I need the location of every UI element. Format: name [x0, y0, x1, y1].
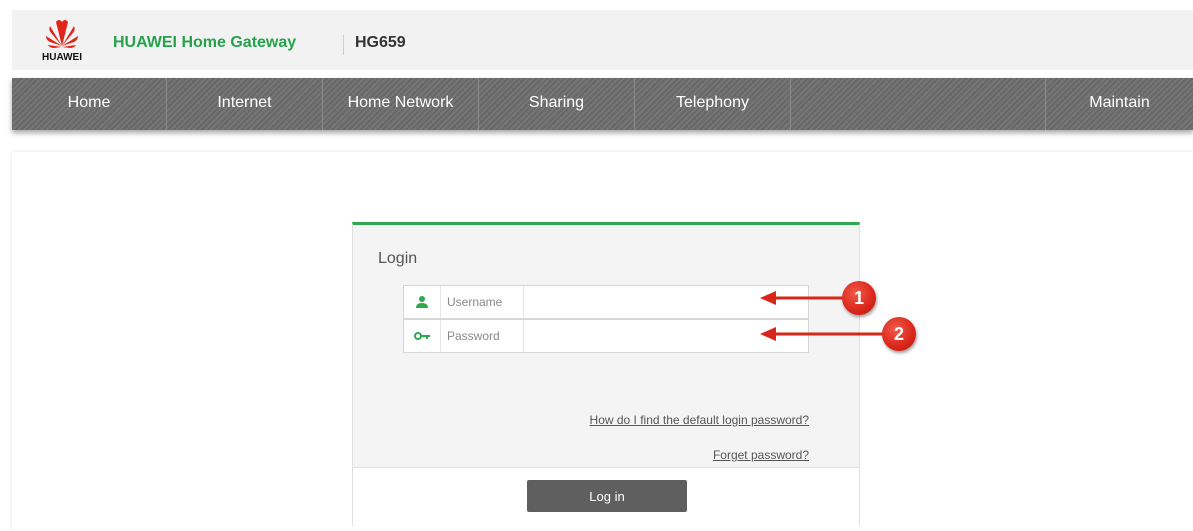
annotation-badge-1: 1: [842, 281, 876, 315]
login-panel: Login Username Password How do I find th…: [352, 222, 860, 527]
nav-item-sharing[interactable]: Sharing: [479, 78, 634, 130]
nav-item-maintain[interactable]: Maintain: [1046, 78, 1193, 130]
annotation-badge-2: 2: [882, 317, 916, 351]
header-divider: [343, 35, 344, 55]
nav-item-internet[interactable]: Internet: [167, 78, 322, 130]
key-icon: [414, 332, 430, 340]
forget-password-link[interactable]: Forget password?: [713, 448, 809, 462]
nav-item-home[interactable]: Home: [12, 78, 166, 130]
user-icon: [416, 296, 428, 308]
header: HUAWEI HUAWEI Home Gateway HG659: [12, 10, 1193, 70]
default-password-link[interactable]: How do I find the default login password…: [590, 413, 809, 427]
page: HUAWEI HUAWEI Home Gateway HG659 Home In…: [0, 0, 1193, 531]
annotation-arrow-2-icon: [760, 327, 884, 341]
nav-separator: [790, 78, 791, 130]
model-name: HG659: [355, 34, 406, 51]
password-field: Password: [403, 319, 809, 353]
login-button[interactable]: Log in: [527, 480, 687, 512]
huawei-logo: HUAWEI: [32, 16, 92, 64]
login-footer: Log in: [353, 467, 859, 527]
logo-text: HUAWEI: [42, 52, 82, 63]
password-icon-cell: [404, 320, 441, 352]
brand-title: HUAWEI Home Gateway: [113, 34, 297, 51]
main-nav: Home Internet Home Network Sharing Telep…: [12, 78, 1193, 130]
nav-item-telephony[interactable]: Telephony: [635, 78, 790, 130]
nav-item-home-network[interactable]: Home Network: [323, 78, 478, 130]
username-icon-cell: [404, 286, 441, 318]
username-field: Username: [403, 285, 809, 319]
login-title: Login: [378, 250, 418, 267]
annotation-arrow-1-icon: [760, 291, 844, 305]
username-label: Username: [441, 286, 524, 318]
password-label: Password: [441, 320, 524, 352]
huawei-petal-logo-icon: [46, 20, 78, 48]
